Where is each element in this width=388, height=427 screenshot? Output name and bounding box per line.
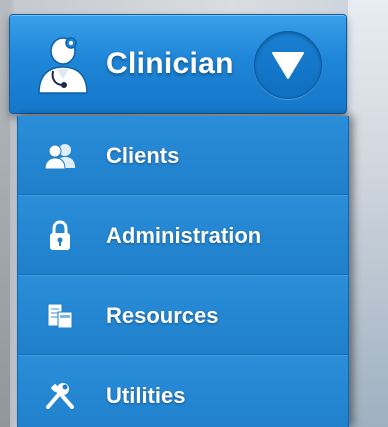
role-selector-header[interactable]: Clinician	[9, 14, 347, 114]
menu-item-resources[interactable]: Resources	[18, 276, 348, 356]
menu-item-label: Utilities	[106, 382, 186, 408]
menu-item-label: Resources	[106, 302, 219, 328]
clinician-avatar-icon	[32, 32, 94, 96]
clients-icon	[40, 136, 80, 176]
background-right	[348, 0, 388, 427]
tools-icon	[40, 376, 80, 416]
menu-item-label: Administration	[106, 222, 262, 248]
resources-icon	[40, 296, 80, 336]
dropdown-toggle-button[interactable]	[254, 31, 322, 99]
menu-item-utilities[interactable]: Utilities	[18, 356, 348, 427]
lock-icon	[40, 216, 80, 256]
role-title: Clinician	[106, 47, 234, 80]
triangle-down-icon	[272, 52, 304, 79]
menu-item-label: Clients	[106, 142, 180, 168]
role-dropdown-menu: Clients Administration Resources Utiliti…	[17, 116, 349, 427]
menu-item-clients[interactable]: Clients	[18, 116, 348, 196]
menu-item-administration[interactable]: Administration	[18, 196, 348, 276]
